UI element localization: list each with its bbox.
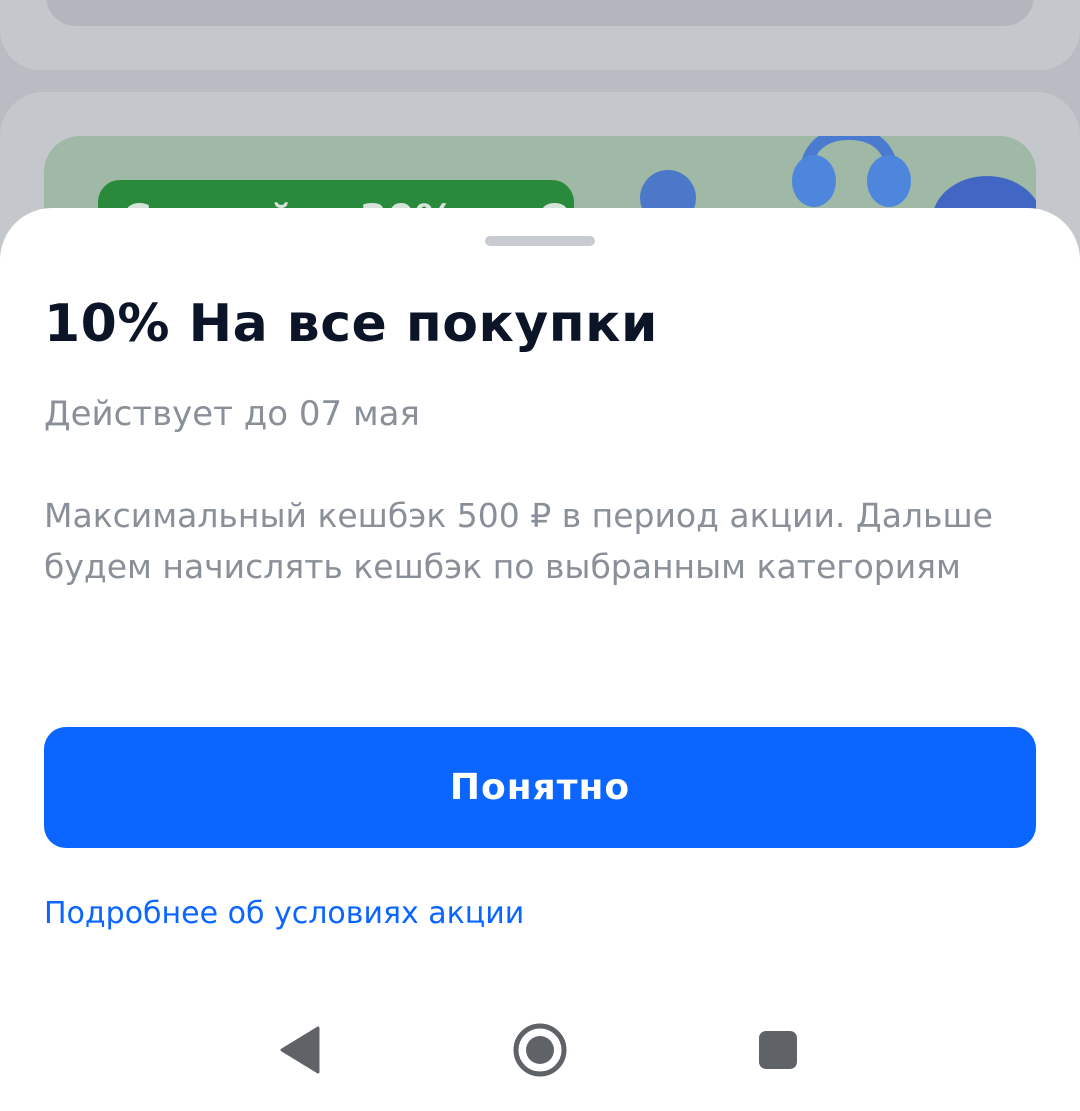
back-button[interactable] [260,1020,340,1080]
bottom-sheet: 10% На все покупки Действует до 07 мая М… [0,208,1080,1111]
home-button[interactable] [500,1020,580,1080]
promo-terms-link[interactable]: Подробнее об условиях акции [44,896,524,931]
promo-description: Максимальный кешбэк 500 ₽ в период акции… [44,496,993,586]
back-icon [280,1026,320,1074]
system-nav-bar [0,1000,1080,1111]
home-icon [513,1023,567,1077]
background-card-inner [46,0,1034,26]
sheet-title: 10% На все покупки [44,294,658,354]
headphones-icon [792,136,911,207]
sheet-drag-handle[interactable] [485,236,595,246]
validity-text: Действует до 07 мая [44,394,420,434]
ok-button[interactable]: Понятно [44,727,1036,848]
recents-button[interactable] [738,1020,818,1080]
recents-icon [759,1031,797,1069]
